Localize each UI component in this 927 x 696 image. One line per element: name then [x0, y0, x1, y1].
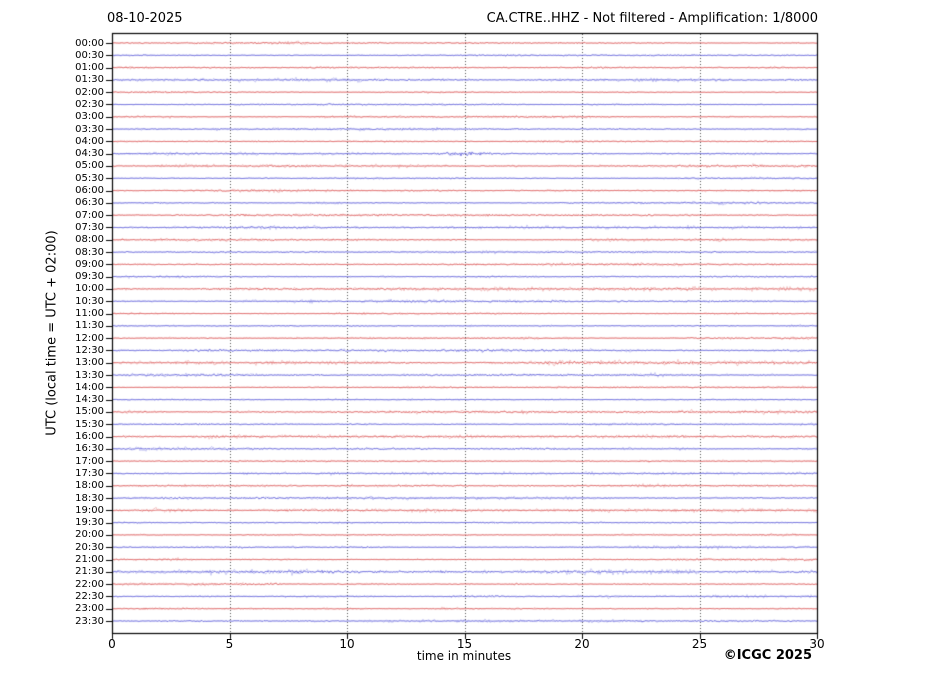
y-tick-label: 02:30	[75, 98, 104, 110]
y-tick-label: 02:00	[75, 86, 104, 98]
y-tick-label: 18:00	[75, 480, 104, 492]
y-tick-label: 07:00	[75, 209, 104, 221]
y-tick-label: 22:00	[75, 578, 104, 590]
y-tick-label: 13:00	[75, 357, 104, 369]
y-tick-label: 00:30	[75, 49, 104, 61]
y-tick-label: 15:30	[75, 418, 104, 430]
y-tick-label: 17:30	[75, 467, 104, 479]
y-tick-label: 03:30	[75, 123, 104, 135]
y-tick-label: 06:00	[75, 185, 104, 197]
y-tick-label: 01:30	[75, 74, 104, 86]
y-tick-label: 19:00	[75, 504, 104, 516]
x-tick-label: 5	[225, 637, 234, 651]
y-tick-label: 05:30	[75, 172, 104, 184]
station-title: CA.CTRE..HHZ - Not filtered - Amplificat…	[486, 11, 818, 26]
seismogram-plot	[0, 0, 927, 696]
y-tick-label: 12:00	[75, 332, 104, 344]
y-tick-label: 15:00	[75, 406, 104, 418]
y-tick-label: 04:30	[75, 148, 104, 160]
y-tick-label: 10:00	[75, 283, 104, 295]
helicorder-figure: 08-10-2025 CA.CTRE..HHZ - Not filtered -…	[0, 0, 927, 696]
x-tick-label: 25	[691, 637, 708, 651]
y-tick-label: 09:30	[75, 271, 104, 283]
date-title: 08-10-2025	[107, 11, 183, 26]
y-tick-label: 08:00	[75, 234, 104, 246]
y-tick-label: 11:00	[75, 308, 104, 320]
y-tick-label: 10:30	[75, 295, 104, 307]
x-tick-label: 0	[108, 637, 116, 651]
y-tick-label: 05:00	[75, 160, 104, 172]
y-tick-label: 17:00	[75, 455, 104, 467]
y-tick-label: 00:00	[75, 37, 104, 49]
y-tick-label: 14:00	[75, 381, 104, 393]
y-tick-label: 14:30	[75, 394, 104, 406]
copyright-label: ©ICGC 2025	[723, 648, 812, 663]
y-tick-label: 22:30	[75, 590, 104, 602]
y-tick-label: 07:30	[75, 221, 104, 233]
y-tick-label: 01:00	[75, 62, 104, 74]
x-axis-label: time in minutes	[416, 649, 512, 663]
y-tick-label: 19:30	[75, 517, 104, 529]
y-tick-label: 06:30	[75, 197, 104, 209]
y-tick-label: 11:30	[75, 320, 104, 332]
y-tick-label: 04:00	[75, 135, 104, 147]
y-tick-label: 16:30	[75, 443, 104, 455]
y-tick-label: 20:30	[75, 541, 104, 553]
y-tick-label: 12:30	[75, 344, 104, 356]
y-tick-label: 03:00	[75, 111, 104, 123]
y-tick-label: 16:00	[75, 431, 104, 443]
y-tick-label: 09:00	[75, 258, 104, 270]
y-tick-label: 18:30	[75, 492, 104, 504]
x-tick-label: 20	[574, 637, 590, 651]
y-tick-label: 21:30	[75, 566, 104, 578]
y-tick-label: 20:00	[75, 529, 104, 541]
y-tick-label: 21:00	[75, 554, 104, 565]
y-tick-label: 23:00	[75, 603, 104, 615]
y-tick-label: 13:30	[75, 369, 104, 381]
y-tick-label: 23:30	[75, 615, 104, 627]
y-tick-label: 08:30	[75, 246, 104, 258]
x-tick-label: 10	[339, 637, 355, 651]
